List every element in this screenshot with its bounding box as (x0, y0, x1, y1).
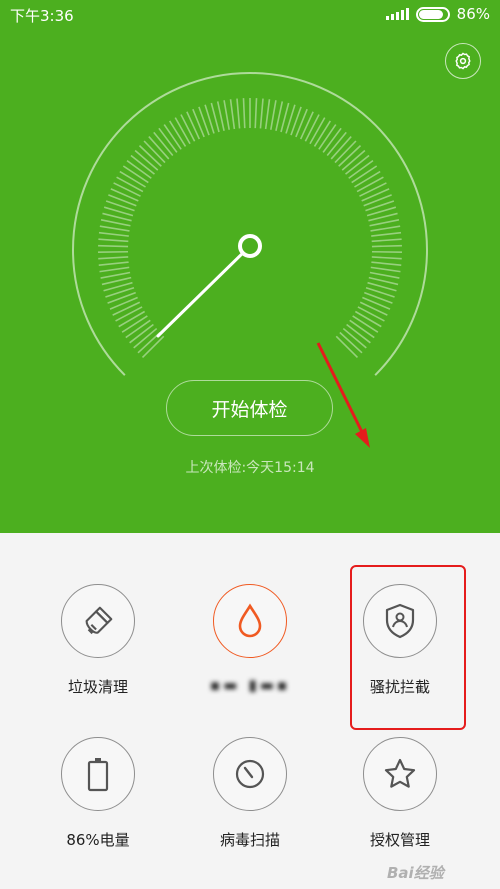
health-gauge (72, 72, 428, 376)
tool-blurred[interactable]: ▪▬ ▮▬▪ (175, 584, 325, 694)
gauge-hub (238, 234, 262, 258)
water-drop-icon (238, 603, 262, 638)
virus-scan-circle[interactable] (213, 737, 287, 811)
header-panel: 下午3:36 86% 开始体检 上次体检:今天15:14 (0, 0, 500, 533)
tool-label: 86%电量 (66, 831, 130, 849)
permission-manager-circle[interactable] (363, 737, 437, 811)
tool-label: 授权管理 (369, 831, 430, 849)
star-icon (384, 758, 416, 788)
tool-battery[interactable]: 86%电量 (23, 737, 173, 850)
tool-label: ▪▬ ▮▬▪ (209, 676, 291, 694)
broom-icon (85, 606, 113, 635)
gauge-needle (156, 252, 243, 338)
tool-permission-manager[interactable]: 授权管理 (325, 737, 475, 850)
tool-virus-scan[interactable]: 病毒扫描 (175, 737, 325, 850)
tool-junk-clean[interactable]: 垃圾清理 (23, 584, 173, 697)
start-checkup-button[interactable]: 开始体检 (166, 380, 333, 436)
junk-clean-circle[interactable] (61, 584, 135, 658)
tool-label: 病毒扫描 (219, 831, 280, 849)
stopwatch-icon (235, 759, 265, 789)
watermark: Bai经验 (387, 864, 444, 882)
last-check-text: 上次体检:今天15:14 (185, 460, 315, 476)
blurred-tool-circle[interactable] (213, 584, 287, 658)
battery-icon (87, 758, 109, 792)
tool-label: 垃圾清理 (67, 678, 128, 696)
gauge-ticks (98, 98, 402, 359)
annotation-highlight-box (350, 565, 466, 730)
battery-tool-circle[interactable] (61, 737, 135, 811)
